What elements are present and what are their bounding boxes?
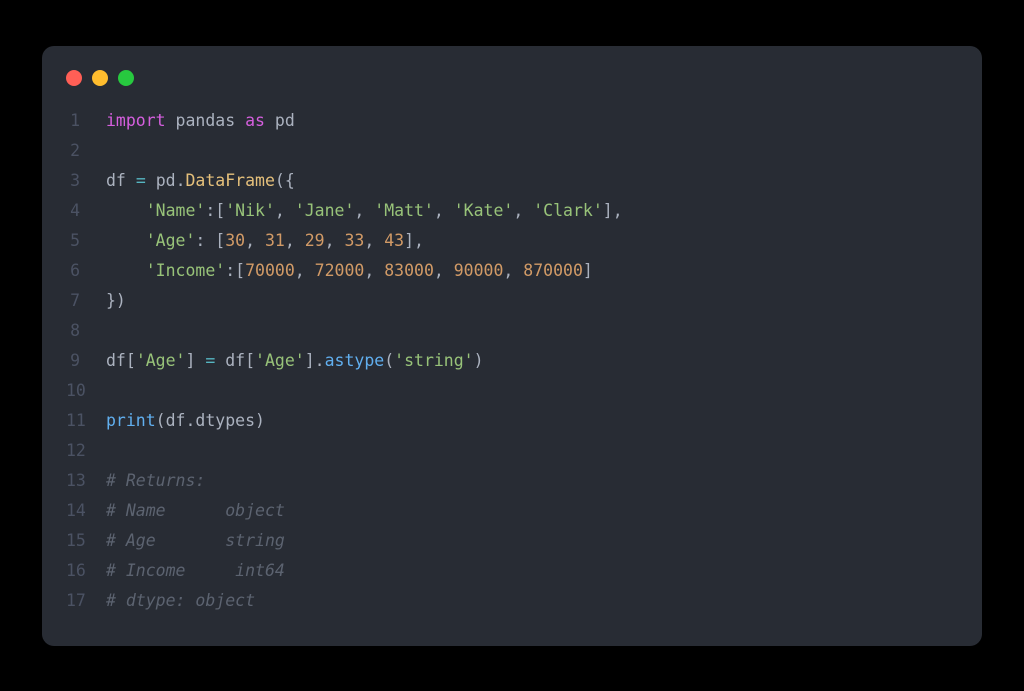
line-number: 2 (66, 136, 106, 166)
line-number: 8 (66, 316, 106, 346)
maximize-icon[interactable] (118, 70, 134, 86)
code-content: df = pd.DataFrame({ (106, 166, 295, 196)
code-line: 9 df['Age'] = df['Age'].astype('string') (66, 346, 958, 376)
code-line: 10 (66, 376, 958, 406)
code-content: # Age string (106, 526, 285, 556)
code-content: }) (106, 286, 126, 316)
code-content: 'Age': [30, 31, 29, 33, 43], (106, 226, 424, 256)
line-number: 12 (66, 436, 106, 466)
code-content: # dtype: object (106, 586, 255, 616)
close-icon[interactable] (66, 70, 82, 86)
code-content: # Income int64 (106, 556, 285, 586)
line-number: 6 (66, 256, 106, 286)
code-content: # Returns: (106, 466, 205, 496)
code-line: 15 # Age string (66, 526, 958, 556)
code-line: 7 }) (66, 286, 958, 316)
code-line: 12 (66, 436, 958, 466)
code-content: # Name object (106, 496, 285, 526)
code-line: 8 (66, 316, 958, 346)
code-line: 13 # Returns: (66, 466, 958, 496)
code-content: 'Name':['Nik', 'Jane', 'Matt', 'Kate', '… (106, 196, 623, 226)
code-line: 11 print(df.dtypes) (66, 406, 958, 436)
line-number: 11 (66, 406, 106, 436)
code-window: 1 import pandas as pd 2 3 df = pd.DataFr… (42, 46, 982, 646)
code-line: 4 'Name':['Nik', 'Jane', 'Matt', 'Kate',… (66, 196, 958, 226)
line-number: 5 (66, 226, 106, 256)
line-number: 17 (66, 586, 106, 616)
line-number: 14 (66, 496, 106, 526)
line-number: 15 (66, 526, 106, 556)
code-content: df['Age'] = df['Age'].astype('string') (106, 346, 484, 376)
line-number: 13 (66, 466, 106, 496)
line-number: 16 (66, 556, 106, 586)
code-content: 'Income':[70000, 72000, 83000, 90000, 87… (106, 256, 593, 286)
line-number: 9 (66, 346, 106, 376)
line-number: 7 (66, 286, 106, 316)
line-number: 10 (66, 376, 106, 406)
code-line: 14 # Name object (66, 496, 958, 526)
code-line: 17 # dtype: object (66, 586, 958, 616)
line-number: 1 (66, 106, 106, 136)
code-area: 1 import pandas as pd 2 3 df = pd.DataFr… (42, 106, 982, 616)
code-line: 16 # Income int64 (66, 556, 958, 586)
code-line: 6 'Income':[70000, 72000, 83000, 90000, … (66, 256, 958, 286)
code-line: 2 (66, 136, 958, 166)
code-line: 5 'Age': [30, 31, 29, 33, 43], (66, 226, 958, 256)
line-number: 4 (66, 196, 106, 226)
minimize-icon[interactable] (92, 70, 108, 86)
code-content: import pandas as pd (106, 106, 295, 136)
code-line: 3 df = pd.DataFrame({ (66, 166, 958, 196)
line-number: 3 (66, 166, 106, 196)
code-line: 1 import pandas as pd (66, 106, 958, 136)
code-content: print(df.dtypes) (106, 406, 265, 436)
window-titlebar (42, 66, 982, 106)
